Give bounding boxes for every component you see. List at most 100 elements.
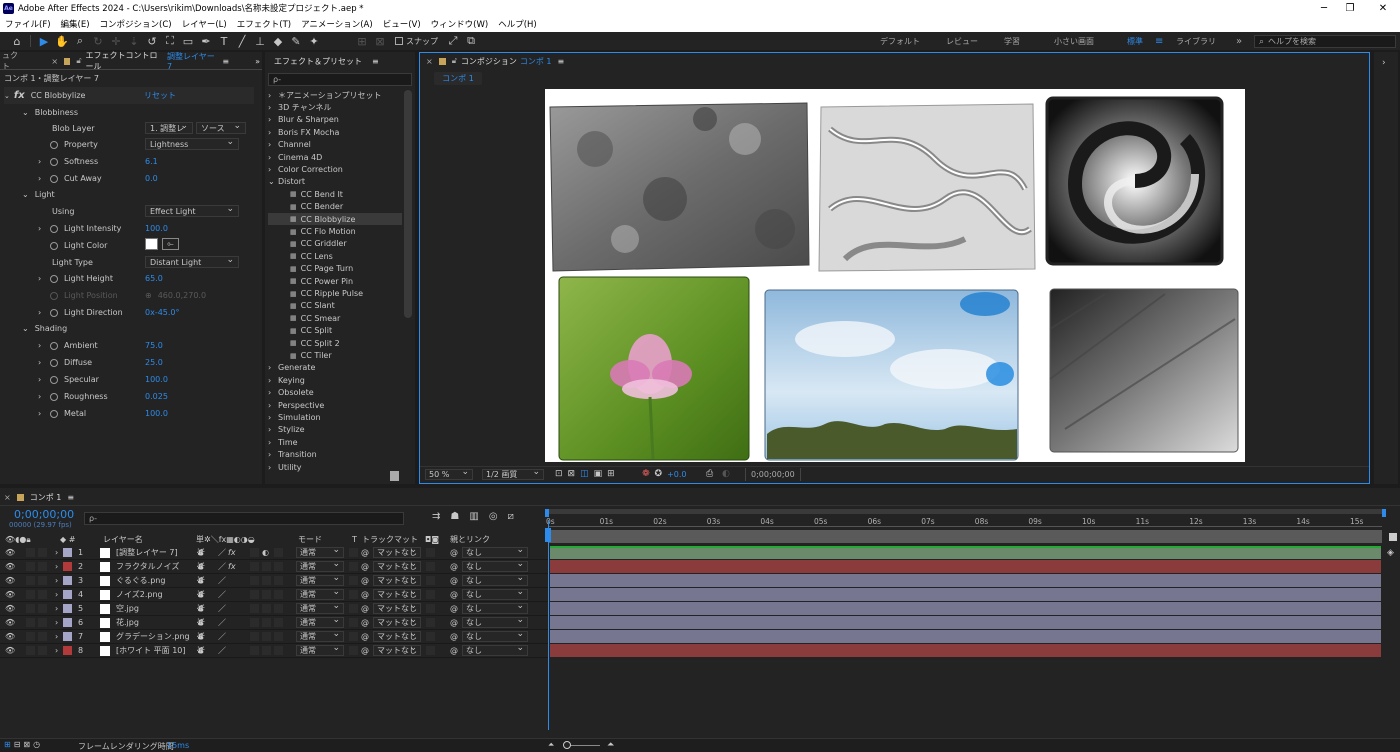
expand-chevron-icon[interactable]: › (268, 388, 278, 397)
solo-toggle[interactable] (38, 604, 47, 613)
blend-mode-dropdown[interactable]: 通常 (296, 615, 344, 628)
effect-item[interactable]: ▦ CC Lens (268, 250, 402, 262)
close-tab-icon[interactable]: × (426, 57, 433, 66)
expand-chevron-icon[interactable]: › (268, 91, 278, 100)
effect-item[interactable]: ▦ CC Page Turn (268, 263, 402, 275)
adjustment-switch[interactable] (262, 576, 271, 585)
visibility-eye-icon[interactable]: 👁︎ (5, 548, 15, 557)
shy-switch-icon[interactable]: ⛇ (197, 603, 205, 615)
comp-button-icon[interactable] (1389, 533, 1397, 541)
transparency-grid-icon[interactable]: ⊠ (568, 469, 576, 479)
stopwatch-icon[interactable] (50, 241, 58, 250)
effect-item[interactable]: ▦ CC Tiler (268, 349, 402, 361)
expand-chevron-icon[interactable]: › (38, 274, 50, 283)
3d-layer-switch[interactable] (274, 618, 283, 627)
parent-pickwhip-icon[interactable]: @ (450, 548, 458, 557)
axis-world-icon[interactable]: ⊠ (371, 33, 389, 49)
shy-switch-icon[interactable]: ⛇ (197, 617, 205, 629)
matte-pickwhip-icon[interactable]: @ (361, 562, 369, 571)
stopwatch-icon[interactable] (50, 174, 58, 183)
menu-window[interactable]: ウィンドウ(W) (431, 18, 489, 30)
matte-alpha-toggle[interactable] (426, 548, 435, 557)
adjustment-switch[interactable] (262, 646, 271, 655)
expand-chevron-icon[interactable]: › (268, 425, 278, 434)
layer-name[interactable]: ぐるぐる.png (116, 575, 190, 586)
work-area-end-handle[interactable] (1382, 509, 1386, 517)
snapshot-icon[interactable]: ⎙ (706, 469, 713, 479)
shy-switch-icon[interactable]: ⛇ (197, 561, 205, 573)
layer-name[interactable]: ノイズ2.png (116, 589, 190, 600)
matte-alpha-toggle[interactable] (426, 618, 435, 627)
orbit-tool-icon[interactable]: ↻ (89, 33, 107, 49)
effect-category[interactable]: › Generate (268, 362, 402, 374)
expand-chevron-icon[interactable]: › (55, 590, 58, 599)
composition-canvas[interactable] (545, 89, 1245, 462)
workspace-small-screen[interactable]: 小さい画面 (1054, 32, 1094, 50)
expand-chevron-icon[interactable]: › (55, 576, 58, 585)
comp-breadcrumb[interactable]: コンポ 1 (434, 72, 482, 85)
effect-item[interactable]: ▦ CC Flo Motion (268, 225, 402, 237)
effects-scrollbar[interactable] (404, 90, 412, 318)
layer-name[interactable]: グラデーション.png (116, 631, 190, 642)
snap-checkbox-icon[interactable] (395, 37, 403, 45)
layer-row[interactable]: 👁︎ › 5 空.jpg ⛇ ／ 通常 @ マットなし @ なし (0, 601, 548, 616)
in-out-toggle-icon[interactable]: ⊠ (23, 740, 30, 749)
collapse-chevron-icon[interactable]: ⌄ (22, 108, 29, 117)
menu-composition[interactable]: コンポジション(C) (100, 18, 172, 30)
parent-pickwhip-icon[interactable]: @ (450, 576, 458, 585)
stopwatch-icon[interactable] (50, 308, 58, 317)
playhead-line[interactable] (548, 520, 549, 730)
work-area-bar[interactable] (545, 509, 1385, 514)
track-matte-dropdown[interactable]: マットなし (373, 643, 421, 656)
parent-dropdown[interactable]: なし (462, 601, 528, 614)
expand-chevron-icon[interactable]: › (268, 401, 278, 410)
zoom-tool-icon[interactable]: ⌕ (71, 33, 89, 49)
effect-controls-layer-name[interactable]: 調整レイヤー 7 (167, 51, 216, 71)
effect-item[interactable]: ▦ CC Split 2 (268, 337, 402, 349)
snap-toggle[interactable]: スナップ (395, 36, 438, 47)
track-matte-dropdown[interactable]: マットなし (373, 615, 421, 628)
adjustment-switch[interactable] (262, 618, 271, 627)
expand-panels-icon[interactable]: » (255, 57, 260, 66)
visibility-eye-icon[interactable]: 👁︎ (5, 590, 15, 599)
layer-duration-bar[interactable] (550, 560, 1381, 573)
parent-pickwhip-icon[interactable]: @ (450, 618, 458, 627)
motion-blur-icon[interactable]: ◎ (489, 511, 498, 522)
light-type-dropdown[interactable]: Distant Light (145, 255, 239, 268)
region-of-interest-icon[interactable]: ▣ (594, 469, 603, 479)
parent-pickwhip-icon[interactable]: @ (450, 604, 458, 613)
expand-chevron-icon[interactable]: › (268, 103, 278, 112)
stopwatch-icon[interactable] (50, 274, 58, 283)
zoom-slider-handle[interactable] (563, 741, 571, 749)
adjustment-layer-icon[interactable]: ◐ (262, 548, 269, 557)
composition-tab[interactable]: コンポジション (461, 56, 517, 67)
roto-brush-icon[interactable]: ✎ (287, 33, 305, 49)
fast-preview-icon[interactable]: ⊡ (555, 469, 563, 479)
shy-switch-icon[interactable]: ⛇ (197, 589, 205, 601)
matte-pickwhip-icon[interactable]: @ (361, 576, 369, 585)
parent-dropdown[interactable]: なし (462, 629, 528, 642)
parent-dropdown[interactable]: なし (462, 545, 528, 558)
adjustment-switch[interactable] (262, 590, 271, 599)
layer-row[interactable]: 👁︎ › 7 グラデーション.png ⛇ ／ 通常 @ マットなし @ なし (0, 629, 548, 644)
motion-blur-switch[interactable] (250, 632, 259, 641)
preserve-transparency-toggle[interactable] (349, 618, 358, 627)
work-area-start-handle[interactable] (545, 509, 549, 517)
expand-chevron-icon[interactable]: › (55, 548, 58, 557)
expand-panel-icon[interactable]: › (1382, 58, 1386, 68)
expand-chevron-icon[interactable]: › (268, 376, 278, 385)
3d-layer-switch[interactable] (274, 590, 283, 599)
type-tool-icon[interactable]: T (215, 33, 233, 49)
effect-item[interactable]: ▦ CC Bender (268, 201, 402, 213)
graph-editor-icon[interactable]: ⧄ (508, 511, 514, 522)
expand-chevron-icon[interactable]: › (268, 363, 278, 372)
expand-chevron-icon[interactable]: › (268, 165, 278, 174)
layer-name[interactable]: [ホワイト 平面 10] (116, 645, 190, 656)
resolution-dropdown[interactable]: 1/2 画質 (482, 467, 544, 480)
blob-source-dropdown[interactable]: ソース (196, 121, 246, 134)
matte-pickwhip-icon[interactable]: @ (361, 604, 369, 613)
matte-pickwhip-icon[interactable]: @ (361, 632, 369, 641)
timeline-search-input[interactable]: ρ- (84, 512, 404, 525)
matte-alpha-toggle[interactable] (426, 562, 435, 571)
parent-pickwhip-icon[interactable]: @ (450, 646, 458, 655)
